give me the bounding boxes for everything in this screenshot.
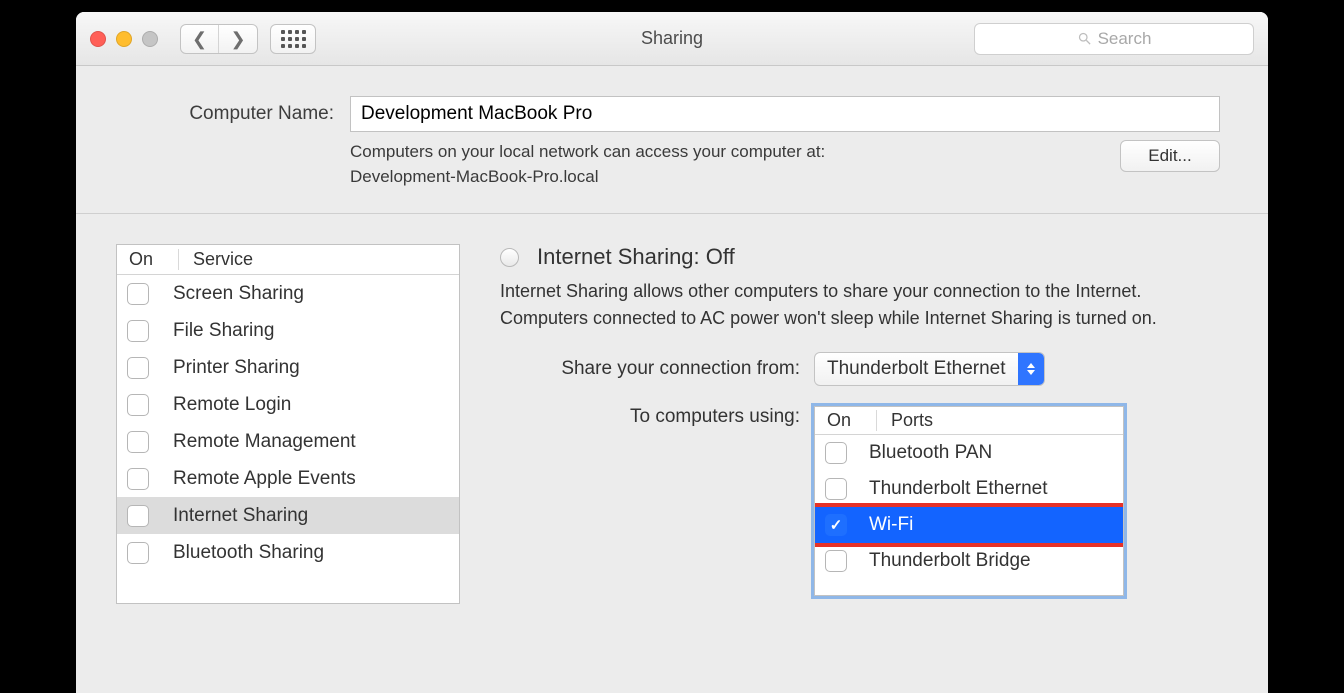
service-toggle-radio[interactable] (500, 248, 519, 267)
service-checkbox[interactable] (127, 542, 149, 564)
service-label: Remote Apple Events (149, 468, 356, 490)
service-label: Screen Sharing (149, 283, 304, 305)
detail-description: Internet Sharing allows other computers … (500, 278, 1228, 331)
service-row[interactable]: Screen Sharing (117, 275, 459, 312)
search-icon (1077, 31, 1092, 46)
service-checkbox[interactable] (127, 468, 149, 490)
share-from-value: Thunderbolt Ethernet (827, 358, 1006, 380)
computer-name-section: Computer Name: Computers on your local n… (76, 66, 1268, 214)
services-header: On Service (117, 245, 459, 275)
grid-icon (281, 30, 306, 48)
service-checkbox[interactable] (127, 357, 149, 379)
share-from-label: Share your connection from: (500, 358, 800, 380)
column-on: On (127, 249, 179, 270)
port-checkbox[interactable] (825, 514, 847, 536)
port-row[interactable]: Thunderbolt Bridge (815, 543, 1123, 579)
computer-name-field[interactable] (350, 96, 1220, 132)
service-checkbox[interactable] (127, 394, 149, 416)
service-checkbox[interactable] (127, 283, 149, 305)
minimize-icon[interactable] (116, 31, 132, 47)
port-row[interactable]: Wi-Fi (815, 507, 1123, 543)
service-label: Bluetooth Sharing (149, 542, 324, 564)
zoom-icon[interactable] (142, 31, 158, 47)
search-placeholder: Search (1098, 29, 1152, 49)
detail-heading: Internet Sharing: Off (537, 244, 735, 270)
port-label: Thunderbolt Ethernet (847, 478, 1048, 500)
port-label: Thunderbolt Bridge (847, 550, 1031, 572)
services-list[interactable]: On Service Screen Sharing File Sharing Pri… (116, 244, 460, 604)
to-computers-label: To computers using: (500, 406, 800, 428)
window-controls (90, 31, 158, 47)
column-ports: Ports (877, 410, 933, 431)
access-description: Computers on your local network can acce… (350, 140, 1104, 189)
service-label: Remote Login (149, 394, 291, 416)
service-row[interactable]: Internet Sharing (117, 497, 459, 534)
service-row[interactable]: Remote Apple Events (117, 460, 459, 497)
nav-back-forward: ❮ ❯ (180, 24, 258, 54)
search-input[interactable]: Search (974, 23, 1254, 55)
close-icon[interactable] (90, 31, 106, 47)
port-label: Bluetooth PAN (847, 442, 992, 464)
back-button[interactable]: ❮ (181, 25, 219, 53)
service-label: File Sharing (149, 320, 274, 342)
ports-list[interactable]: On Ports Bluetooth PAN Thunderbolt Ethern… (814, 406, 1124, 596)
port-row[interactable]: Bluetooth PAN (815, 435, 1123, 471)
port-checkbox[interactable] (825, 478, 847, 500)
port-label: Wi-Fi (847, 514, 913, 536)
service-row[interactable]: Remote Management (117, 423, 459, 460)
service-checkbox[interactable] (127, 431, 149, 453)
port-row[interactable]: Thunderbolt Ethernet (815, 471, 1123, 507)
port-checkbox[interactable] (825, 442, 847, 464)
service-label: Remote Management (149, 431, 356, 453)
service-label: Internet Sharing (149, 505, 308, 527)
select-arrows-icon (1018, 353, 1044, 385)
column-on: On (825, 410, 877, 431)
titlebar: ❮ ❯ Sharing Search (76, 12, 1268, 66)
service-row[interactable]: Bluetooth Sharing (117, 534, 459, 571)
sharing-preferences-window: ❮ ❯ Sharing Search Computer Name: Comput… (76, 12, 1268, 693)
share-from-select[interactable]: Thunderbolt Ethernet (814, 352, 1045, 386)
edit-button[interactable]: Edit... (1120, 140, 1220, 172)
show-all-button[interactable] (270, 24, 316, 54)
service-label: Printer Sharing (149, 357, 300, 379)
computer-name-label: Computer Name: (124, 103, 334, 125)
service-checkbox[interactable] (127, 505, 149, 527)
port-checkbox[interactable] (825, 550, 847, 572)
service-row[interactable]: File Sharing (117, 312, 459, 349)
sharing-detail-section: On Service Screen Sharing File Sharing Pri… (76, 214, 1268, 615)
service-row[interactable]: Printer Sharing (117, 349, 459, 386)
service-row[interactable]: Remote Login (117, 386, 459, 423)
forward-button[interactable]: ❯ (219, 25, 257, 53)
service-checkbox[interactable] (127, 320, 149, 342)
ports-header: On Ports (815, 407, 1123, 435)
service-detail: Internet Sharing: Off Internet Sharing a… (500, 244, 1228, 615)
column-service: Service (179, 249, 253, 270)
